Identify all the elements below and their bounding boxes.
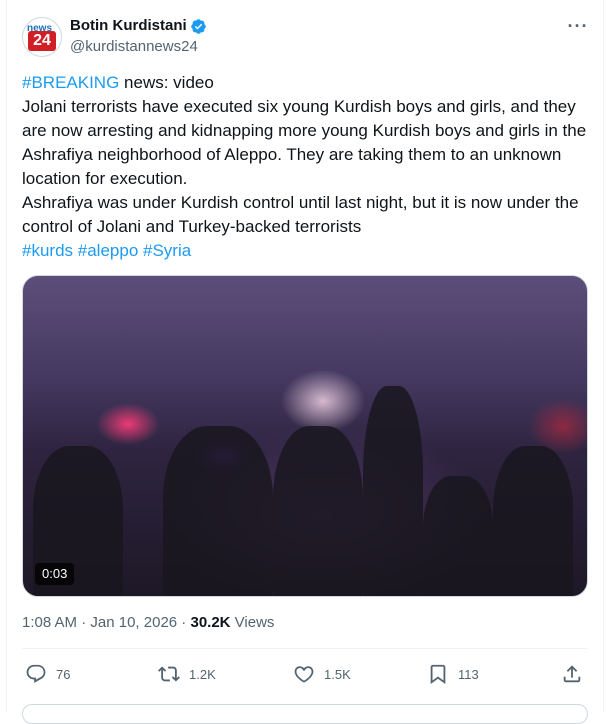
avatar-logo-number: 24: [28, 31, 56, 51]
tweet-text: #BREAKING news: video Jolani terrorists …: [22, 71, 592, 263]
share-icon: [563, 665, 581, 683]
reply-composer[interactable]: [22, 704, 588, 724]
reply-icon: [26, 664, 46, 683]
repost-icon: [158, 666, 180, 682]
views-label: Views: [230, 614, 275, 631]
bookmark-button[interactable]: 113: [427, 662, 479, 686]
video-scene-figure: [273, 426, 363, 596]
video-player[interactable]: [22, 275, 588, 597]
avatar[interactable]: news 24: [22, 17, 62, 57]
reply-button[interactable]: 76: [25, 662, 70, 686]
tweet-date[interactable]: Jan 10, 2026: [90, 614, 177, 631]
video-duration-badge: 0:03: [35, 563, 75, 585]
more-options-icon[interactable]: ···: [566, 17, 590, 38]
tweet-text-line: news: video: [119, 73, 214, 92]
hashtag-link[interactable]: #Syria: [143, 241, 191, 260]
like-count: 1.5K: [324, 666, 351, 682]
tweet-paragraph: Jolani terrorists have executed six youn…: [22, 97, 587, 188]
heart-icon: [294, 666, 314, 683]
bookmark-count: 113: [458, 666, 479, 682]
share-button[interactable]: [561, 662, 592, 686]
tweet-time[interactable]: 1:08 AM: [22, 614, 77, 631]
video-scene-figure: [423, 476, 493, 596]
like-button[interactable]: 1.5K: [293, 662, 351, 686]
meta-separator: ·: [177, 614, 191, 631]
author-handle[interactable]: @kurdistannews24: [70, 38, 198, 55]
video-scene-figure: [493, 446, 573, 596]
repost-count: 1.2K: [189, 666, 216, 682]
views-count: 30.2K: [190, 614, 231, 631]
hashtag-link[interactable]: #kurds: [22, 241, 73, 260]
verified-badge-icon: [191, 19, 206, 34]
repost-button[interactable]: 1.2K: [158, 662, 216, 686]
author-name[interactable]: Botin Kurdistani: [70, 17, 187, 34]
reply-count: 76: [56, 666, 71, 682]
hashtag-link[interactable]: #aleppo: [78, 241, 139, 260]
hashtag-link[interactable]: #BREAKING: [22, 73, 119, 92]
tweet-meta: 1:08 AM · Jan 10, 2026 · 30.2K Views: [22, 614, 274, 631]
tweet-paragraph: Ashrafiya was under Kurdish control unti…: [22, 193, 579, 236]
video-scene-figure: [363, 386, 423, 596]
video-scene-figure: [163, 426, 273, 596]
meta-separator: ·: [77, 614, 91, 631]
bookmark-icon: [430, 664, 446, 685]
divider: [22, 648, 588, 649]
